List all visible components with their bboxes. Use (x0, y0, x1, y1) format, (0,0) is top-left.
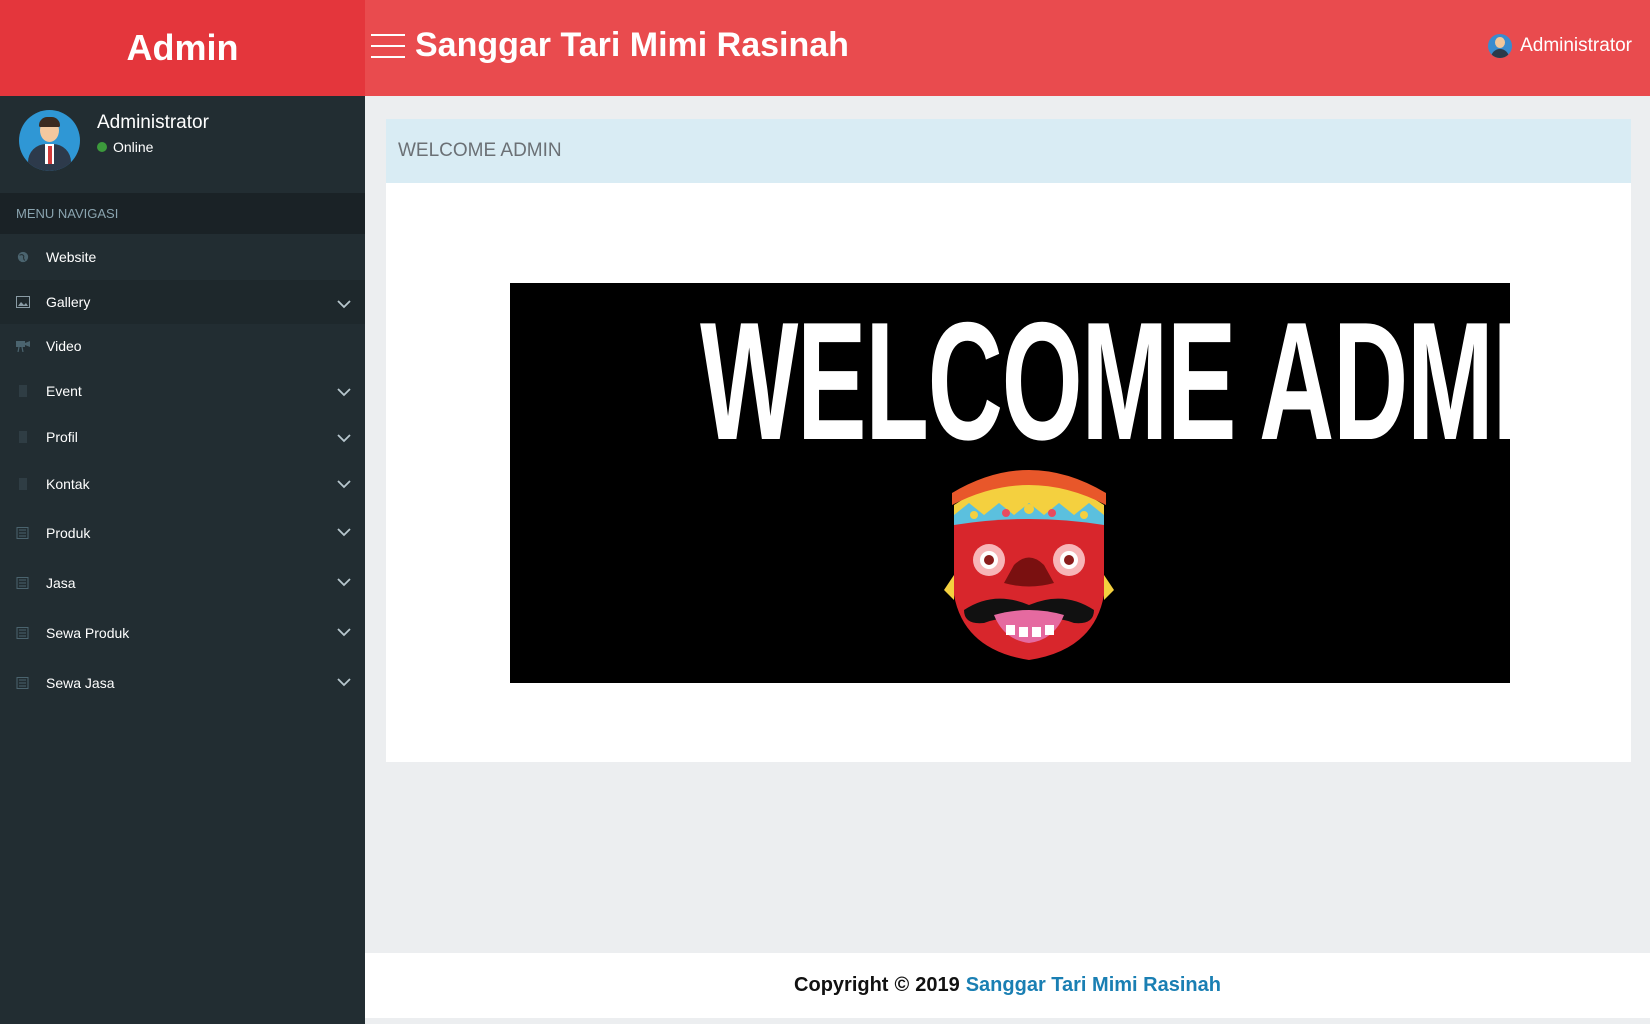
sidebar: Administrator Online MENU NAVIGASI Websi… (0, 96, 365, 1024)
menu-header: MENU NAVIGASI (0, 193, 365, 234)
copyright-year: 2019 (915, 974, 960, 996)
user-name: Administrator (97, 112, 209, 133)
globe-icon (16, 251, 30, 263)
sidebar-item-gallery[interactable]: Gallery (0, 280, 365, 324)
chevron-down-icon (337, 430, 351, 444)
footer-site-link[interactable]: Sanggar Tari Mimi Rasinah (966, 974, 1221, 997)
copyright-label: Copyright (794, 974, 889, 996)
user-status-label: Online (113, 139, 154, 155)
chevron-down-icon (337, 524, 351, 538)
sidebar-toggle-icon[interactable] (371, 34, 405, 60)
user-panel: Administrator Online (0, 96, 365, 193)
list-icon (16, 627, 30, 639)
sidebar-item-label: Produk (46, 525, 91, 541)
site-title: Sanggar Tari Mimi Rasinah (415, 26, 849, 64)
list-icon (16, 577, 30, 589)
sidebar-item-label: Gallery (46, 294, 91, 310)
sidebar-item-label: Sewa Jasa (46, 675, 115, 691)
user-menu[interactable]: Administrator (1488, 34, 1632, 58)
video-camera-icon (16, 340, 30, 352)
user-menu-label: Administrator (1520, 35, 1632, 56)
sidebar-item-label: Sewa Produk (46, 625, 130, 641)
sidebar-item-label: Website (46, 249, 97, 265)
chevron-down-icon (337, 476, 351, 490)
box-title: WELCOME ADMIN (386, 119, 1631, 183)
sidebar-item-kontak[interactable]: Kontak (0, 460, 365, 508)
list-icon (16, 527, 30, 539)
image-icon (16, 296, 30, 308)
top-navbar: Sanggar Tari Mimi Rasinah Administrator (365, 0, 1650, 96)
sidebar-item-event[interactable]: Event (0, 368, 365, 414)
sidebar-item-label: Kontak (46, 476, 90, 492)
sidebar-item-profil[interactable]: Profil (0, 414, 365, 460)
sidebar-item-label: Jasa (46, 575, 76, 591)
avatar (19, 110, 80, 171)
file-icon (16, 478, 30, 490)
chevron-down-icon (337, 674, 351, 688)
online-status-icon (97, 142, 107, 152)
chevron-down-icon (337, 624, 351, 638)
sidebar-item-label: Video (46, 338, 82, 354)
sidebar-item-label: Event (46, 383, 82, 399)
user-status: Online (97, 139, 153, 155)
sidebar-item-sewa-jasa[interactable]: Sewa Jasa (0, 658, 365, 708)
list-icon (16, 677, 30, 689)
sidebar-item-website[interactable]: Website (0, 234, 365, 280)
chevron-down-icon (337, 296, 351, 310)
user-avatar-icon (1488, 34, 1513, 58)
footer: Copyright © 2019 Sanggar Tari Mimi Rasin… (365, 953, 1650, 1018)
welcome-banner: WELCOME ADMIN (510, 283, 1510, 683)
copyright-symbol: © (894, 974, 910, 996)
sidebar-item-video[interactable]: Video (0, 324, 365, 368)
banner-heading: WELCOME ADMIN (700, 287, 1510, 475)
brand-logo[interactable]: Admin (0, 0, 365, 96)
chevron-down-icon (337, 574, 351, 588)
welcome-box: WELCOME ADMIN WELCOME ADMIN (386, 119, 1631, 762)
topeng-mask-illustration (944, 470, 1114, 660)
chevron-down-icon (337, 384, 351, 398)
sidebar-item-jasa[interactable]: Jasa (0, 558, 365, 608)
file-icon (16, 385, 30, 397)
file-icon (16, 431, 30, 443)
sidebar-item-label: Profil (46, 429, 78, 445)
sidebar-item-produk[interactable]: Produk (0, 508, 365, 558)
sidebar-item-sewa-produk[interactable]: Sewa Produk (0, 608, 365, 658)
